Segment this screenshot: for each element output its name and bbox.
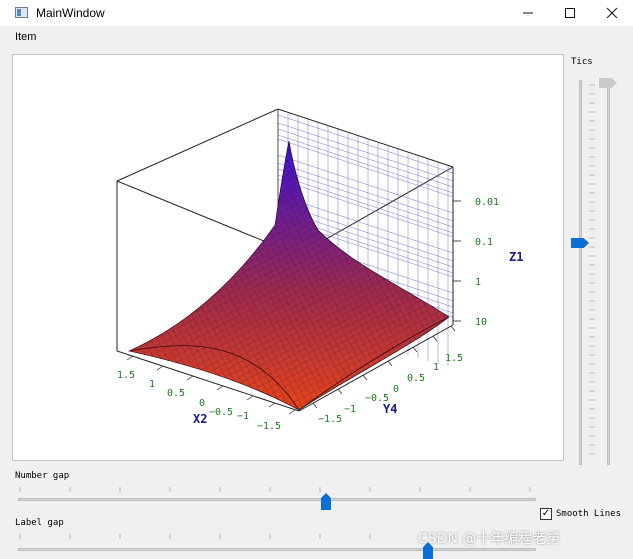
y-tick-label: −1.5 xyxy=(318,414,342,425)
x-tick-label: 0 xyxy=(199,398,205,409)
x-tick-label: −1.5 xyxy=(257,421,281,432)
csdn-watermark: CSDN @十年编程老舅 xyxy=(418,531,561,547)
y-tick-label: 0.5 xyxy=(407,373,425,384)
menu-item-item[interactable]: Item xyxy=(15,31,36,43)
minimize-button[interactable] xyxy=(507,0,549,26)
y-tick-label: 1 xyxy=(433,362,439,373)
x-tick-label: −0.5 xyxy=(209,407,233,418)
tics-slider-handle[interactable] xyxy=(571,238,589,248)
minimize-icon xyxy=(523,12,533,14)
label-gap-label: Label gap xyxy=(15,518,64,528)
app-window-icon xyxy=(15,7,28,18)
close-button[interactable] xyxy=(591,0,633,26)
y-tick-label: −1 xyxy=(344,404,356,415)
x-tick-label: 1.5 xyxy=(117,370,135,381)
menu-bar: Item xyxy=(0,26,633,48)
z-tick-label: 0.01 xyxy=(475,197,499,208)
x-tick-label: −1 xyxy=(237,411,249,422)
plot-canvas[interactable]: 1.5 1 0.5 0 −0.5 −1 −1.5 −1.5 −1 −0.5 0 … xyxy=(12,54,564,461)
tics-secondary-slider-handle[interactable] xyxy=(599,78,617,88)
number-gap-ticks xyxy=(19,487,531,492)
x-axis-title: X2 xyxy=(193,412,207,426)
z-tick-label: 0.1 xyxy=(475,237,493,248)
tics-slider-ticks xyxy=(589,84,595,455)
x-tick-label: 0.5 xyxy=(167,388,185,399)
window-title: MainWindow xyxy=(36,6,105,20)
tics-label: Tics xyxy=(571,57,593,67)
number-gap-slider-handle[interactable] xyxy=(321,493,331,510)
maximize-button[interactable] xyxy=(549,0,591,26)
number-gap-slider-track[interactable] xyxy=(18,498,536,501)
close-icon xyxy=(606,7,618,19)
number-gap-label: Number gap xyxy=(15,471,70,481)
surface-plot: 1.5 1 0.5 0 −0.5 −1 −1.5 −1.5 −1 −0.5 0 … xyxy=(23,61,557,455)
maximize-icon xyxy=(565,8,575,18)
z-tick-label: 1 xyxy=(475,277,481,288)
tics-slider-track[interactable] xyxy=(579,80,582,465)
tics-secondary-slider-track[interactable] xyxy=(607,80,610,465)
title-bar: MainWindow xyxy=(0,0,633,26)
z-tick-label: 10 xyxy=(475,317,487,328)
label-gap-slider-track[interactable] xyxy=(18,548,536,551)
y-axis-title: Y4 xyxy=(383,402,397,416)
z-axis-title: Z1 xyxy=(509,250,523,264)
smooth-lines-checkbox[interactable]: ✓ xyxy=(540,508,552,520)
y-tick-label: 1.5 xyxy=(445,353,463,364)
x-tick-label: 1 xyxy=(149,379,155,390)
y-tick-label: 0 xyxy=(393,384,399,395)
smooth-lines-label: Smooth Lines xyxy=(556,509,622,519)
